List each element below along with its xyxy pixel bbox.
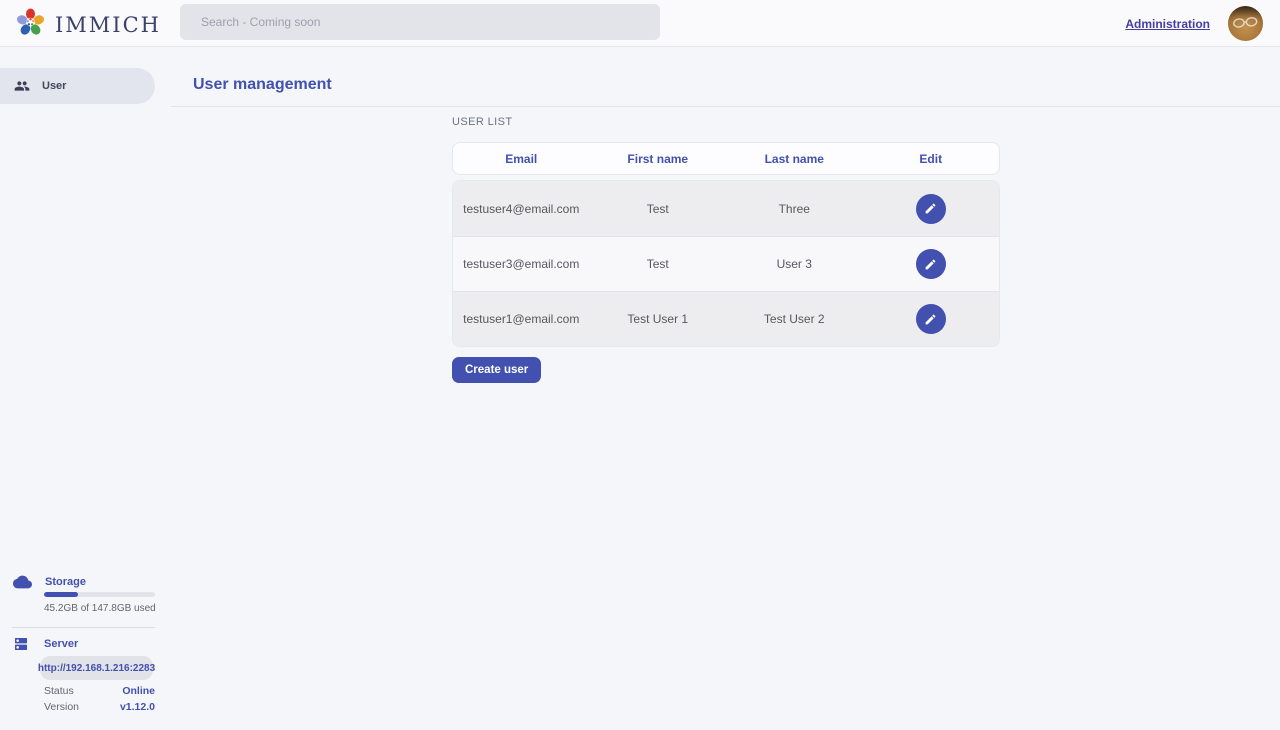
status-label: Status bbox=[44, 685, 74, 697]
brand-name: IMMICH bbox=[55, 13, 161, 37]
storage-usage-text: 45.2GB of 147.8GB used bbox=[44, 603, 156, 614]
server-status-row: Status Online bbox=[44, 685, 155, 697]
cell-email: testuser1@email.com bbox=[453, 312, 590, 326]
cell-first-name: Test bbox=[590, 257, 727, 271]
user-avatar[interactable] bbox=[1228, 6, 1263, 41]
storage-progress-bar bbox=[44, 592, 155, 597]
page-title: User management bbox=[193, 76, 332, 94]
immich-admin-screen: IMMICH Administration User bbox=[0, 0, 1280, 730]
version-label: Version bbox=[44, 701, 79, 713]
cell-first-name: Test bbox=[590, 202, 727, 216]
status-value: Online bbox=[122, 685, 155, 697]
table-row: testuser3@email.com Test User 3 bbox=[453, 236, 999, 291]
server-url-chip: http://192.168.1.216:2283 bbox=[40, 656, 153, 680]
pencil-icon bbox=[924, 258, 937, 271]
storage-title: Storage bbox=[45, 576, 86, 588]
administration-link[interactable]: Administration bbox=[1125, 17, 1210, 31]
edit-user-button[interactable] bbox=[916, 194, 946, 224]
cell-last-name: Test User 2 bbox=[726, 312, 863, 326]
storage-progress-fill bbox=[44, 592, 78, 597]
group-icon bbox=[14, 78, 30, 94]
col-header-edit: Edit bbox=[863, 152, 1000, 166]
cell-first-name: Test User 1 bbox=[590, 312, 727, 326]
version-value: v1.12.0 bbox=[120, 701, 155, 713]
top-navigation-bar: IMMICH Administration bbox=[0, 0, 1280, 47]
server-title: Server bbox=[44, 638, 78, 650]
table-row: testuser1@email.com Test User 1 Test Use… bbox=[453, 291, 999, 346]
user-table-header-row: Email First name Last name Edit bbox=[452, 142, 1000, 175]
pencil-icon bbox=[924, 313, 937, 326]
glasses-photo-detail bbox=[1231, 16, 1260, 30]
edit-user-button[interactable] bbox=[916, 249, 946, 279]
col-header-email: Email bbox=[453, 152, 590, 166]
cloud-icon bbox=[13, 575, 32, 589]
edit-user-button[interactable] bbox=[916, 304, 946, 334]
cell-last-name: Three bbox=[726, 202, 863, 216]
col-header-last-name: Last name bbox=[726, 152, 863, 166]
sidebar-item-user-label: User bbox=[42, 80, 66, 92]
cell-email: testuser3@email.com bbox=[453, 257, 590, 271]
immich-logo[interactable]: IMMICH bbox=[14, 6, 161, 44]
header-divider bbox=[171, 106, 1280, 107]
col-header-first-name: First name bbox=[590, 152, 727, 166]
user-list-section-label: USER LIST bbox=[452, 116, 512, 128]
search-input[interactable] bbox=[180, 4, 660, 40]
cell-last-name: User 3 bbox=[726, 257, 863, 271]
pencil-icon bbox=[924, 202, 937, 215]
sidebar-item-user[interactable]: User bbox=[0, 68, 155, 104]
statusbox-divider bbox=[12, 627, 155, 628]
user-table-body: testuser4@email.com Test Three testuser3… bbox=[452, 180, 1000, 347]
cell-email: testuser4@email.com bbox=[453, 202, 590, 216]
immich-flower-icon bbox=[14, 6, 47, 44]
table-row: testuser4@email.com Test Three bbox=[453, 181, 999, 236]
create-user-button[interactable]: Create user bbox=[452, 357, 541, 383]
server-version-row: Version v1.12.0 bbox=[44, 701, 155, 713]
server-icon bbox=[13, 636, 29, 652]
topbar-right-group: Administration bbox=[1125, 0, 1263, 47]
